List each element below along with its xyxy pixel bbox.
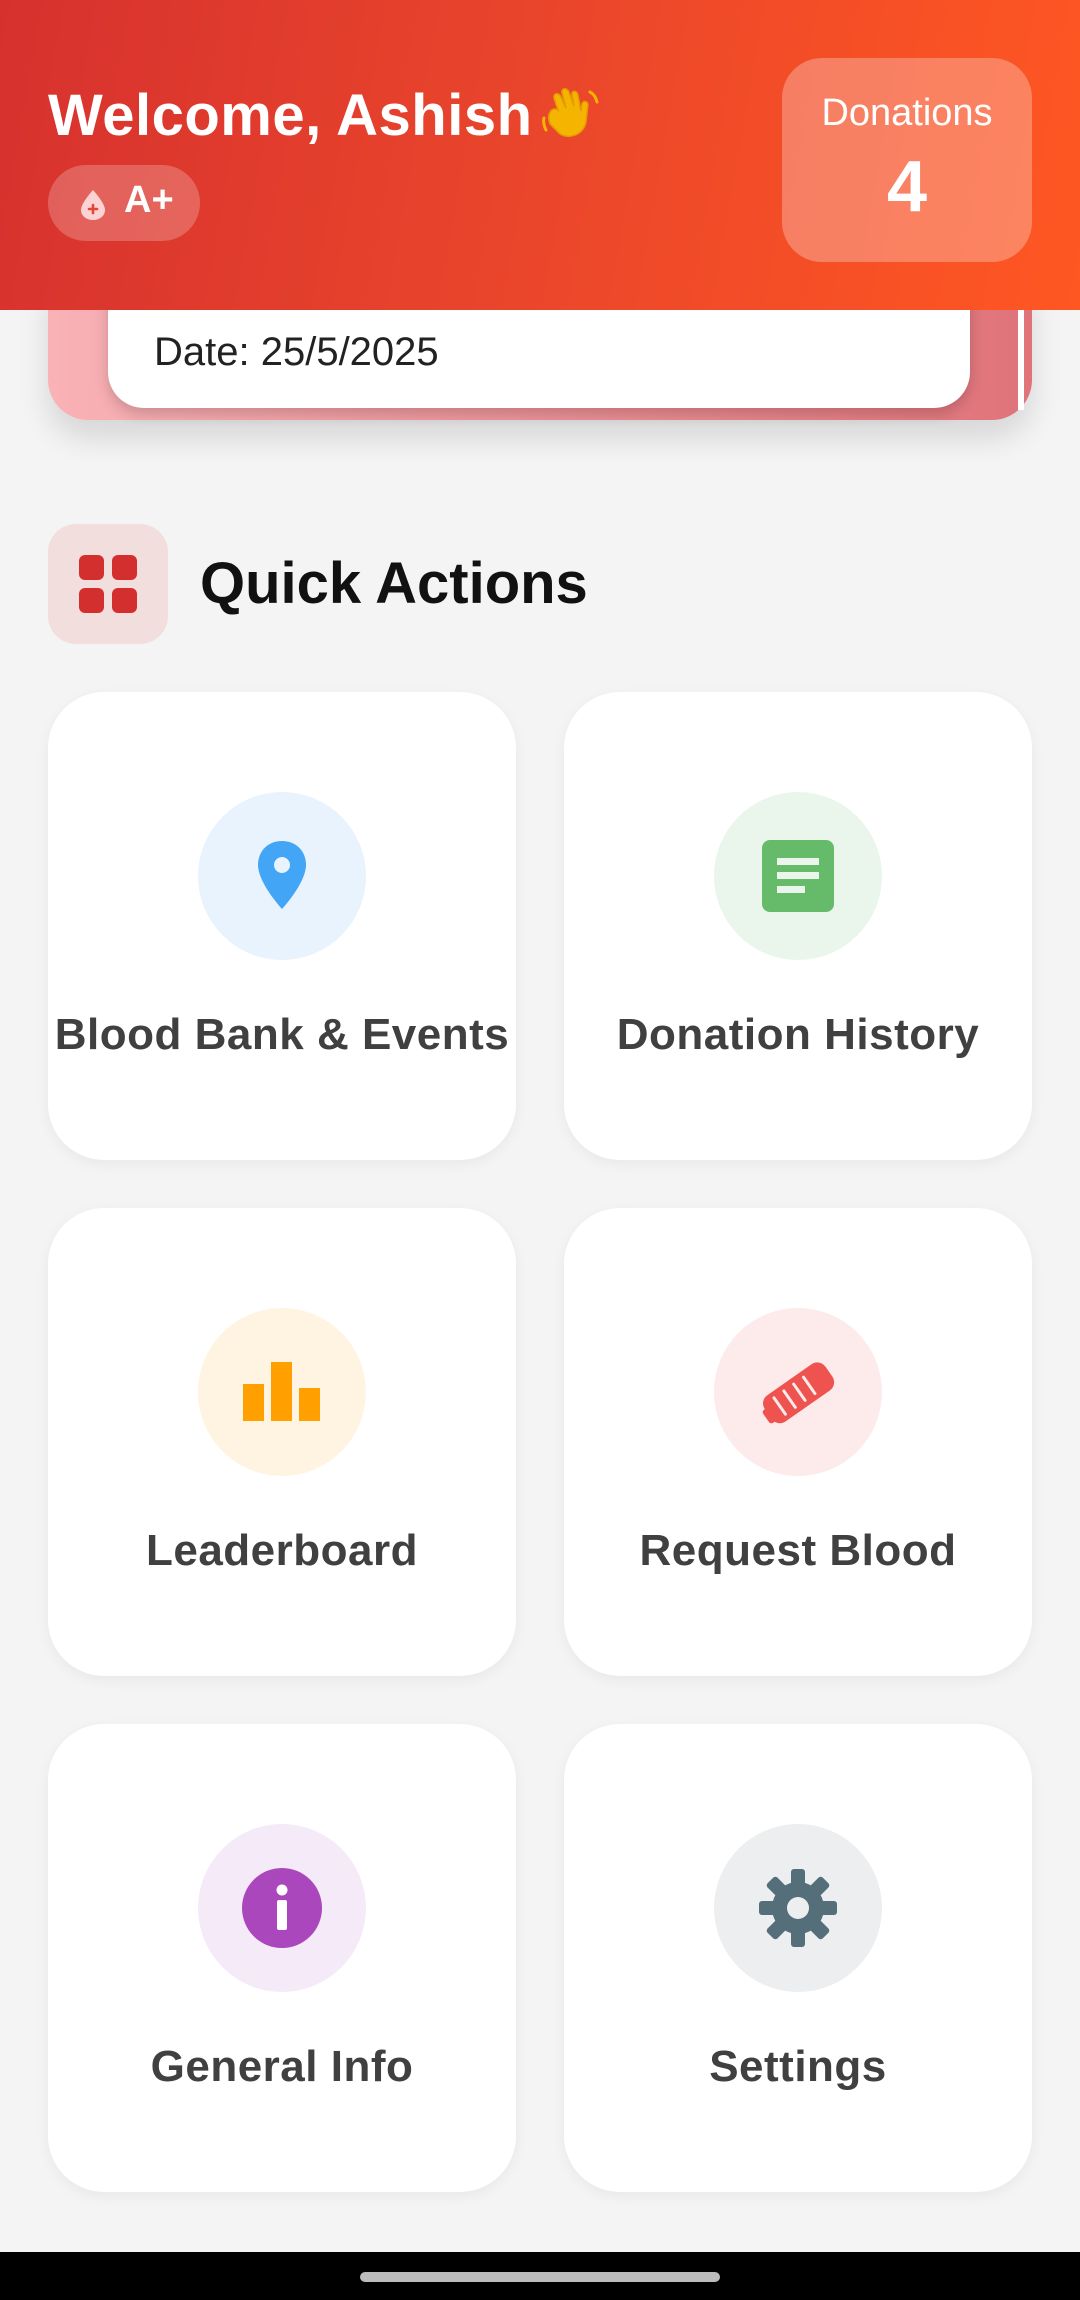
welcome-title: Welcome, Ashish [48, 83, 533, 148]
section-title: Quick Actions [200, 551, 588, 616]
donations-stat: Donations 4 [782, 58, 1032, 262]
system-nav-bar [0, 2252, 1080, 2300]
grid-icon [48, 524, 168, 644]
gear-icon [714, 1824, 882, 1992]
leaderboard-card[interactable]: Leaderboard [48, 1208, 516, 1676]
document-icon [714, 792, 882, 960]
home-gesture-handle[interactable] [360, 2272, 720, 2282]
event-date: Date: 25/5/2025 [154, 330, 439, 374]
card-label: Blood Bank & Events [54, 1010, 510, 1059]
settings-card[interactable]: Settings [564, 1724, 1032, 2192]
app-header: Welcome, Ashish A+ Donations 4 [0, 0, 1080, 310]
request-blood-card[interactable]: Request Blood [564, 1208, 1032, 1676]
waving-hand-icon [540, 84, 602, 144]
card-label: General Info [150, 2042, 414, 2091]
donations-count: 4 [886, 147, 928, 227]
blood-drop-icon [81, 190, 105, 220]
blood-bank-events-card[interactable]: Blood Bank & Events [48, 692, 516, 1160]
card-label: Leaderboard [145, 1526, 418, 1575]
donations-label: Donations [821, 92, 993, 134]
bar-chart-icon [198, 1308, 366, 1476]
blood-group-text: A+ [124, 179, 174, 221]
card-label: Donation History [616, 1010, 980, 1059]
handshake-icon [714, 1308, 882, 1476]
event-card-edge [1018, 300, 1024, 410]
card-label: Settings [709, 2042, 887, 2091]
general-info-card[interactable]: General Info [48, 1724, 516, 2192]
info-icon [198, 1824, 366, 1992]
blood-group-badge: A+ [48, 165, 200, 241]
location-pin-icon [198, 792, 366, 960]
card-label: Request Blood [639, 1526, 957, 1575]
donation-history-card[interactable]: Donation History [564, 692, 1032, 1160]
